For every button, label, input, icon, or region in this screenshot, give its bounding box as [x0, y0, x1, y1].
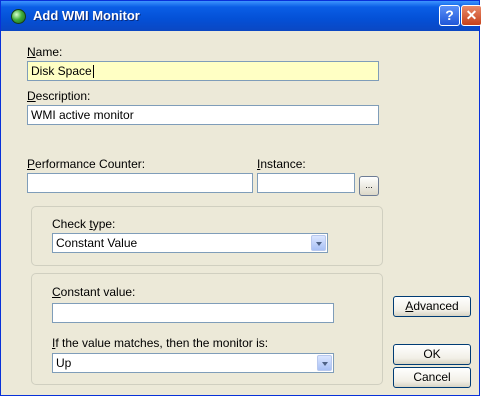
check-type-label-rest: ype: — [92, 217, 116, 231]
text-caret — [92, 65, 94, 79]
match-label: If the value matches, then the monitor i… — [52, 336, 268, 350]
check-type-select[interactable]: Constant Value — [52, 233, 328, 253]
check-type-label-start: Check — [52, 217, 90, 231]
check-type-selected: Constant Value — [56, 236, 138, 250]
ok-button[interactable]: OK — [393, 344, 471, 365]
check-type-label: Check type: — [52, 217, 115, 231]
chevron-down-icon[interactable] — [311, 235, 326, 251]
name-label-accel: N — [27, 45, 36, 59]
name-label-rest: ame: — [35, 45, 63, 59]
instance-label: Instance: — [257, 157, 306, 171]
help-button[interactable]: ? — [439, 5, 460, 26]
name-input[interactable]: Disk Space — [27, 61, 379, 81]
description-label-rest: escription: — [35, 89, 91, 103]
constant-value-label: Constant value: — [52, 285, 135, 299]
performance-counter-input[interactable] — [27, 173, 253, 193]
instance-input[interactable] — [257, 173, 355, 193]
performance-counter-label: Performance Counter: — [27, 157, 145, 171]
chevron-down-icon[interactable] — [317, 355, 332, 371]
constant-value-input[interactable] — [52, 303, 334, 323]
description-input[interactable]: WMI active monitor — [27, 105, 379, 125]
window-title: Add WMI Monitor — [33, 8, 140, 23]
check-type-group: Check type: Constant Value — [31, 206, 383, 266]
constant-value-label-accel: C — [52, 285, 61, 299]
globe-app-icon — [11, 9, 26, 24]
performance-counter-label-rest: erformance Counter: — [35, 157, 146, 171]
description-label-accel: D — [27, 89, 36, 103]
monitor-state-select[interactable]: Up — [52, 353, 334, 373]
advanced-button-rest: dvanced — [413, 299, 459, 313]
name-label: Name: — [27, 45, 62, 59]
constant-value-group: Constant value: If the value matches, th… — [31, 273, 383, 385]
description-input-value: WMI active monitor — [31, 108, 134, 122]
add-wmi-monitor-dialog: Add WMI Monitor ? ✕ Name: Disk Space Des… — [0, 0, 482, 396]
name-input-value: Disk Space — [31, 64, 92, 78]
description-label: Description: — [27, 89, 90, 103]
advanced-button[interactable]: Advanced — [393, 296, 471, 317]
browse-button[interactable]: ... — [359, 176, 379, 196]
performance-counter-label-accel: P — [27, 157, 36, 171]
constant-value-label-rest: onstant value: — [60, 285, 136, 299]
cancel-button[interactable]: Cancel — [393, 367, 471, 388]
instance-label-rest: nstance: — [260, 157, 306, 171]
monitor-state-selected: Up — [56, 356, 72, 370]
title-bar[interactable]: Add WMI Monitor ? ✕ — [1, 1, 482, 31]
match-label-rest: f the value matches, then the monitor is… — [55, 336, 269, 350]
close-button[interactable]: ✕ — [461, 5, 482, 26]
